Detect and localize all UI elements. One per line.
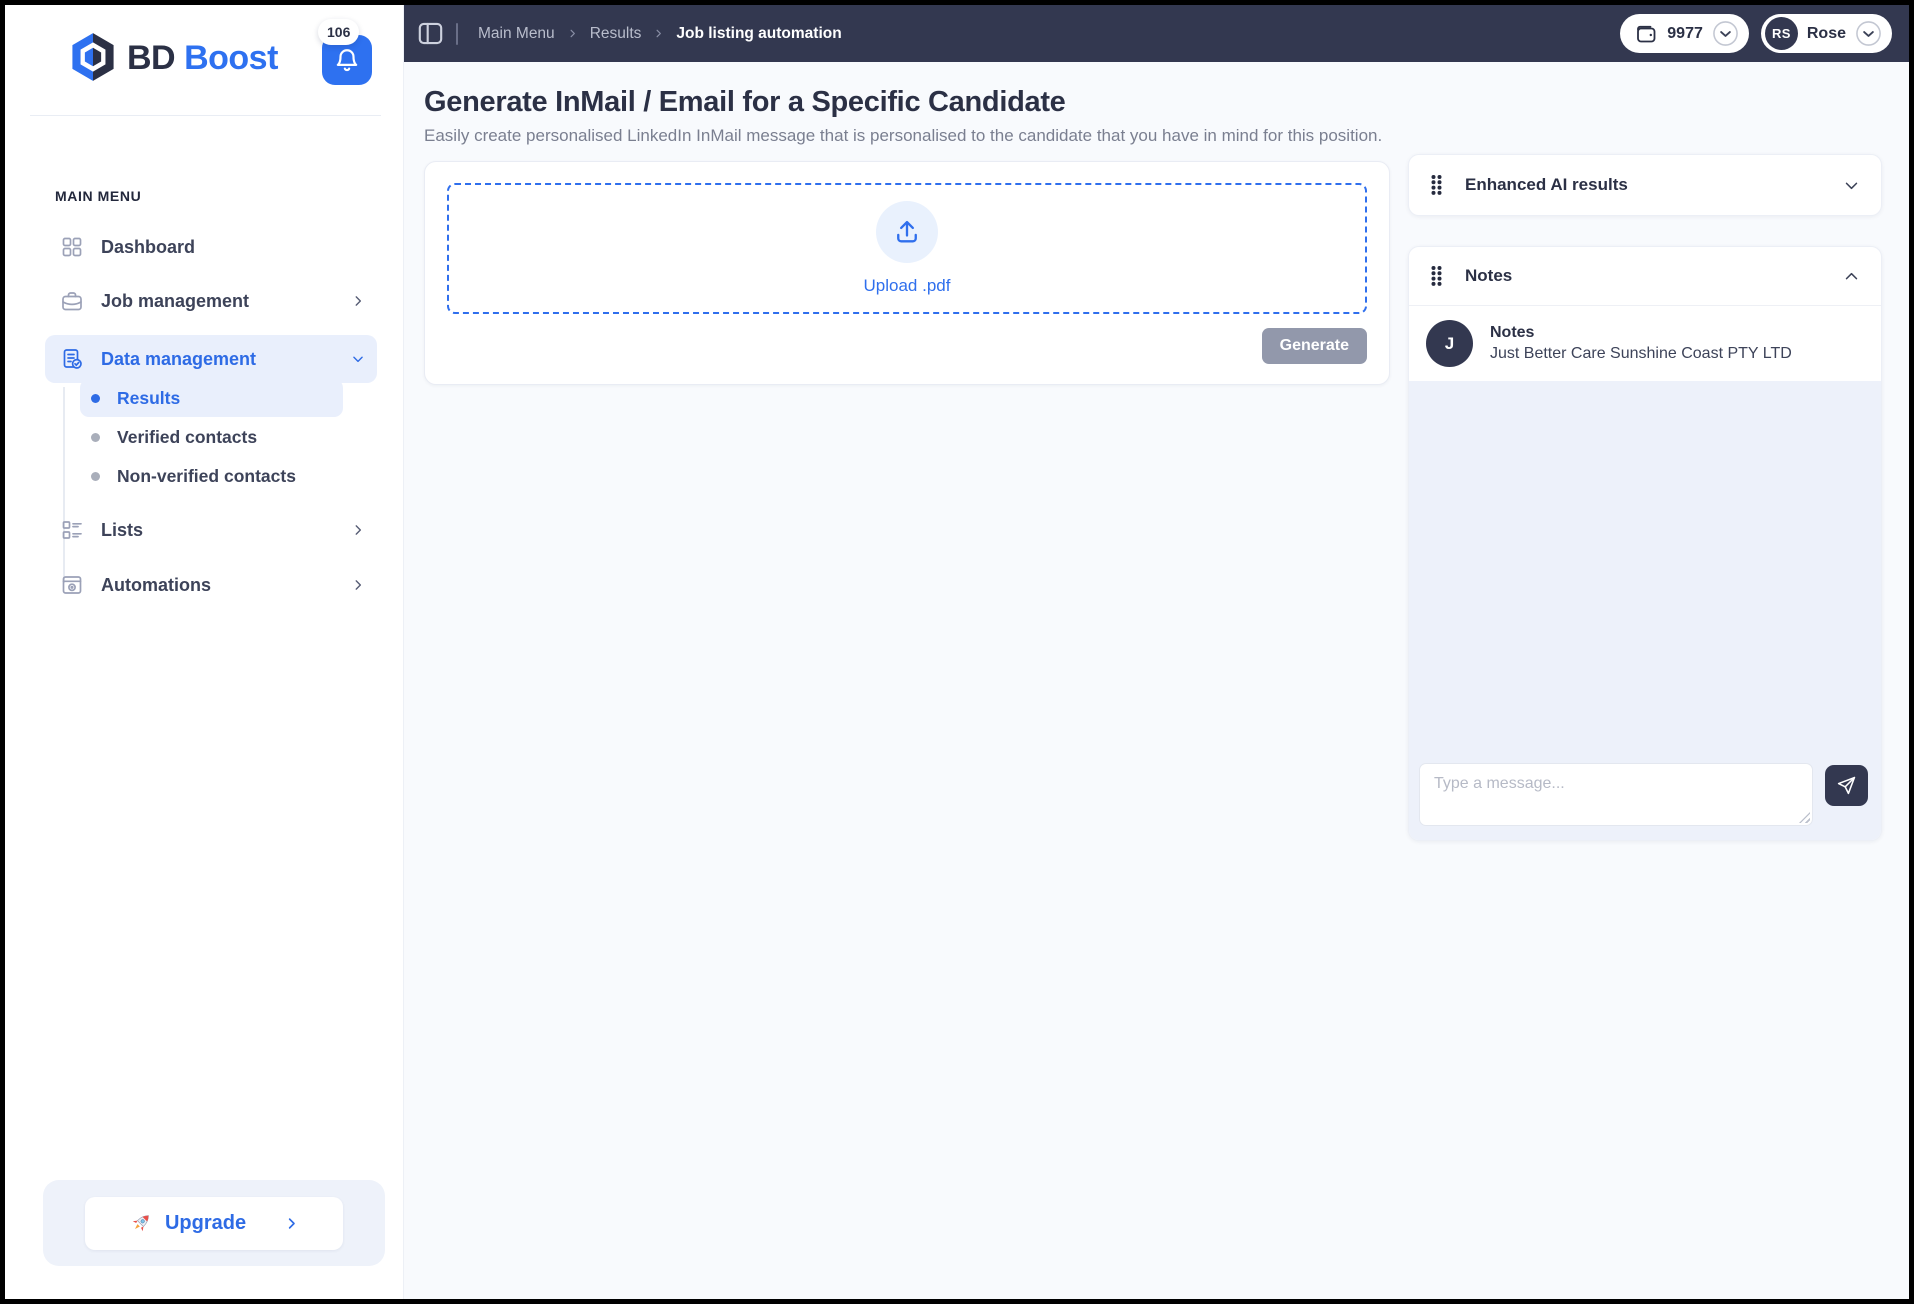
top-navbar: Main Menu Results Job listing automation — [404, 5, 1909, 62]
bullet-dot-icon — [91, 393, 100, 403]
breadcrumb: Main Menu Results Job listing automation — [478, 25, 842, 43]
sidebar-item-lists[interactable]: Lists — [45, 506, 377, 554]
thread-title: Notes — [1490, 324, 1535, 341]
breadcrumb-chevron-icon — [567, 28, 578, 39]
brand-bd: BD — [127, 39, 176, 77]
breadcrumb-current: Job listing automation — [676, 24, 842, 42]
drag-handle-icon[interactable] — [1430, 264, 1443, 288]
sidebar-item-data-management[interactable]: Data management — [45, 335, 377, 383]
sidebar-item-label: Data management — [101, 348, 257, 369]
breadcrumb-results[interactable]: Results — [590, 25, 642, 43]
main-area: Main Menu Results Job listing automation — [404, 5, 1909, 1299]
chevron-down-icon — [351, 352, 365, 366]
page-title: Generate InMail / Email for a Specific C… — [424, 86, 1066, 118]
breadcrumb-chevron-icon — [653, 28, 664, 39]
enhanced-ai-results-panel: Enhanced AI results — [1408, 154, 1882, 216]
breadcrumb-main-menu[interactable]: Main Menu — [478, 25, 555, 43]
user-name: Rose — [1806, 24, 1846, 42]
brand-boost: Boost — [184, 39, 278, 77]
thread-subtitle: Just Better Care Sunshine Coast PTY LTD — [1490, 345, 1792, 362]
main-column: Generate InMail / Email for a Specific C… — [424, 86, 1390, 1299]
user-menu[interactable]: RS Rose — [1760, 14, 1892, 53]
sidebar-toggle-button[interactable] — [417, 20, 444, 47]
message-input[interactable] — [1419, 763, 1813, 826]
upload-card: Upload .pdf Generate — [424, 161, 1390, 385]
sidebar-subitem-label: Non-verified contacts — [117, 465, 296, 486]
sidebar-subitem-non-verified-contacts[interactable]: Non-verified contacts — [80, 457, 343, 495]
brand-name: BD Boost — [127, 39, 278, 78]
automation-window-icon — [59, 572, 85, 598]
chevron-right-icon — [284, 1216, 299, 1231]
paper-plane-icon — [1836, 775, 1857, 796]
sidebar-subitem-verified-contacts[interactable]: Verified contacts — [80, 418, 343, 456]
bell-icon — [334, 47, 360, 73]
sidebar-item-label: Job management — [101, 290, 250, 311]
right-panel-column: Enhanced AI results Notes J Notes Just B… — [1408, 86, 1882, 1299]
document-check-icon — [59, 346, 85, 372]
notes-chat-area — [1409, 381, 1881, 840]
chevron-right-icon — [351, 294, 365, 308]
credits-count: 9977 — [1667, 24, 1703, 42]
checklist-icon — [59, 517, 85, 543]
notes-panel-title: Notes — [1465, 266, 1513, 285]
notifications-button[interactable]: 106 — [318, 19, 372, 85]
chevron-down-circle-icon — [1712, 20, 1739, 47]
pdf-dropzone[interactable]: Upload .pdf — [447, 183, 1367, 314]
sidebar-item-label: Automations — [101, 574, 211, 595]
sidebar-item-job-management[interactable]: Job management — [45, 277, 377, 325]
app-window: BD Boost 106 MAIN MENU Dashboard Job man… — [5, 5, 1909, 1299]
notification-count-badge: 106 — [318, 19, 360, 45]
bdboost-logo-icon — [67, 31, 119, 83]
upgrade-card: Upgrade — [43, 1180, 385, 1266]
send-message-button[interactable] — [1825, 765, 1868, 806]
rocket-icon — [129, 1211, 153, 1235]
chevron-right-icon — [351, 578, 365, 592]
bullet-dot-icon — [91, 432, 100, 442]
upgrade-label: Upgrade — [164, 1211, 247, 1234]
upgrade-button[interactable]: Upgrade — [85, 1196, 343, 1250]
upload-arrow-icon — [893, 218, 921, 246]
upload-icon-circle — [876, 201, 938, 263]
sidebar-item-label: Lists — [101, 519, 144, 540]
page-content: Generate InMail / Email for a Specific C… — [404, 62, 1909, 1299]
sidebar-subitem-label: Results — [117, 387, 181, 408]
logo-row: BD Boost 106 — [5, 5, 403, 110]
notes-thread-item[interactable]: J Notes Just Better Care Sunshine Coast … — [1409, 306, 1881, 381]
sidebar: BD Boost 106 MAIN MENU Dashboard Job man… — [5, 5, 404, 1299]
dashboard-grid-icon — [59, 234, 85, 260]
user-avatar: RS — [1764, 17, 1798, 50]
chevron-down-icon[interactable] — [1843, 177, 1860, 194]
chevron-right-icon — [351, 523, 365, 537]
upload-pdf-label: Upload .pdf — [863, 276, 951, 295]
sidebar-subitem-results[interactable]: Results — [80, 379, 343, 417]
bullet-dot-icon — [91, 471, 100, 481]
page-subtitle: Easily create personalised LinkedIn InMa… — [424, 126, 1383, 145]
chevron-up-icon[interactable] — [1843, 268, 1860, 285]
sidebar-item-automations[interactable]: Automations — [45, 561, 377, 609]
generate-button[interactable]: Generate — [1261, 328, 1367, 364]
notes-panel: Notes J Notes Just Better Care Sunshine … — [1408, 246, 1882, 841]
enhanced-ai-results-title: Enhanced AI results — [1465, 175, 1628, 194]
sidebar-item-label: Dashboard — [101, 236, 196, 257]
thread-avatar: J — [1426, 320, 1473, 367]
sidebar-item-dashboard[interactable]: Dashboard — [45, 223, 377, 271]
sidebar-subitem-label: Verified contacts — [117, 426, 258, 447]
sidebar-divider — [30, 115, 381, 116]
message-composer — [1409, 763, 1881, 840]
main-menu-label: MAIN MENU — [55, 188, 142, 204]
chevron-down-circle-icon — [1855, 20, 1882, 47]
breadcrumb-separator-pipe — [456, 22, 458, 45]
briefcase-icon — [59, 288, 85, 314]
credits-menu[interactable]: 9977 — [1620, 14, 1749, 53]
drag-handle-icon[interactable] — [1430, 173, 1443, 197]
wallet-icon — [1634, 22, 1658, 46]
